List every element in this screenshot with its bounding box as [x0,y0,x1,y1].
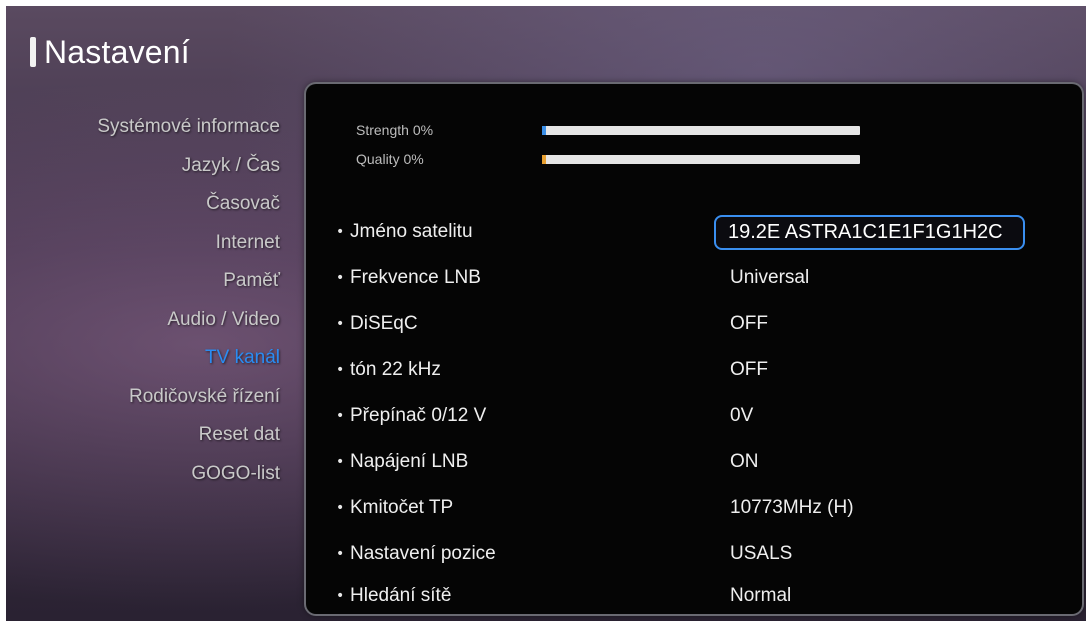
setting-label: Hledání sítě [350,585,452,606]
bullet-icon: • [336,546,345,562]
setting-row-lnb-frequency[interactable]: • Frekvence LNB Universal [336,258,1076,298]
sidebar-item-tv-channel[interactable]: TV kanál [6,339,280,378]
setting-label: Napájení LNB [350,451,469,472]
setting-row-network-search[interactable]: • Hledání sítě Normal [336,576,1076,616]
sidebar-item-language-time[interactable]: Jazyk / Čas [6,147,280,186]
setting-label: Jméno satelitu [350,221,473,242]
bullet-icon: • [336,588,345,604]
setting-label: Nastavení pozice [350,543,496,564]
title-marker [30,37,36,67]
bullet-icon: • [336,500,345,516]
page-title: Nastavení [44,33,190,70]
setting-label: tón 22 kHz [350,359,441,380]
setting-value-position-setting[interactable]: USALS [718,543,792,565]
strength-label: Strength 0% [356,122,434,138]
setting-value-tp-frequency[interactable]: 10773MHz (H) [718,497,854,519]
bullet-icon: • [336,224,345,240]
quality-row: Quality 0% [356,147,860,171]
sidebar-item-gogo-list[interactable]: GOGO-list [6,455,280,494]
setting-row-satellite-name[interactable]: • Jméno satelitu 19.2E ASTRA1C1E1F1G1H2C [336,212,1076,252]
setting-value-satellite-name[interactable]: 19.2E ASTRA1C1E1F1G1H2C [714,214,1025,250]
bullet-icon: • [336,316,345,332]
setting-value-22khz-tone[interactable]: OFF [718,359,768,381]
sidebar-menu: Systémové informace Jazyk / Čas Časovač … [6,108,280,493]
bullet-icon: • [336,408,345,424]
setting-row-position-setting[interactable]: • Nastavení pozice USALS [336,534,1076,574]
bullet-icon: • [336,362,345,378]
setting-row-22khz-tone[interactable]: • tón 22 kHz OFF [336,350,1076,390]
settings-screen: Nastavení Systémové informace Jazyk / Ča… [6,6,1086,621]
setting-value-network-search[interactable]: Normal [718,585,791,607]
setting-row-lnb-power[interactable]: • Napájení LNB ON [336,442,1076,482]
sidebar-item-memory[interactable]: Paměť [6,262,280,301]
setting-label: DiSEqC [350,313,418,334]
bullet-icon: • [336,454,345,470]
quality-bar [542,154,860,164]
strength-row: Strength 0% [356,118,860,142]
setting-row-diseqc[interactable]: • DiSEqC OFF [336,304,1076,344]
setting-value-lnb-power[interactable]: ON [718,451,759,473]
setting-row-tp-frequency[interactable]: • Kmitočet TP 10773MHz (H) [336,488,1076,528]
quality-bar-fill [542,154,546,164]
sidebar-item-reset-data[interactable]: Reset dat [6,416,280,455]
sidebar-item-audio-video[interactable]: Audio / Video [6,301,280,340]
strength-bar-fill [542,125,546,135]
setting-label: Kmitočet TP [350,497,454,518]
strength-bar [542,125,860,135]
setting-label: Frekvence LNB [350,267,481,288]
setting-value-lnb-frequency[interactable]: Universal [718,267,809,289]
tv-channel-settings-panel: Strength 0% Quality 0% • Jméno satelitu … [306,84,1082,614]
sidebar-item-internet[interactable]: Internet [6,224,280,263]
sidebar-item-system-info[interactable]: Systémové informace [6,108,280,147]
setting-row-0-12v-switch[interactable]: • Přepínač 0/12 V 0V [336,396,1076,436]
sidebar-item-timer[interactable]: Časovač [6,185,280,224]
setting-label: Přepínač 0/12 V [350,405,487,426]
setting-value-0-12v-switch[interactable]: 0V [718,405,753,427]
quality-label: Quality 0% [356,151,424,167]
title-bar: Nastavení [30,32,190,72]
sidebar-item-parental-control[interactable]: Rodičovské řízení [6,378,280,417]
bullet-icon: • [336,270,345,286]
setting-value-diseqc[interactable]: OFF [718,313,768,335]
